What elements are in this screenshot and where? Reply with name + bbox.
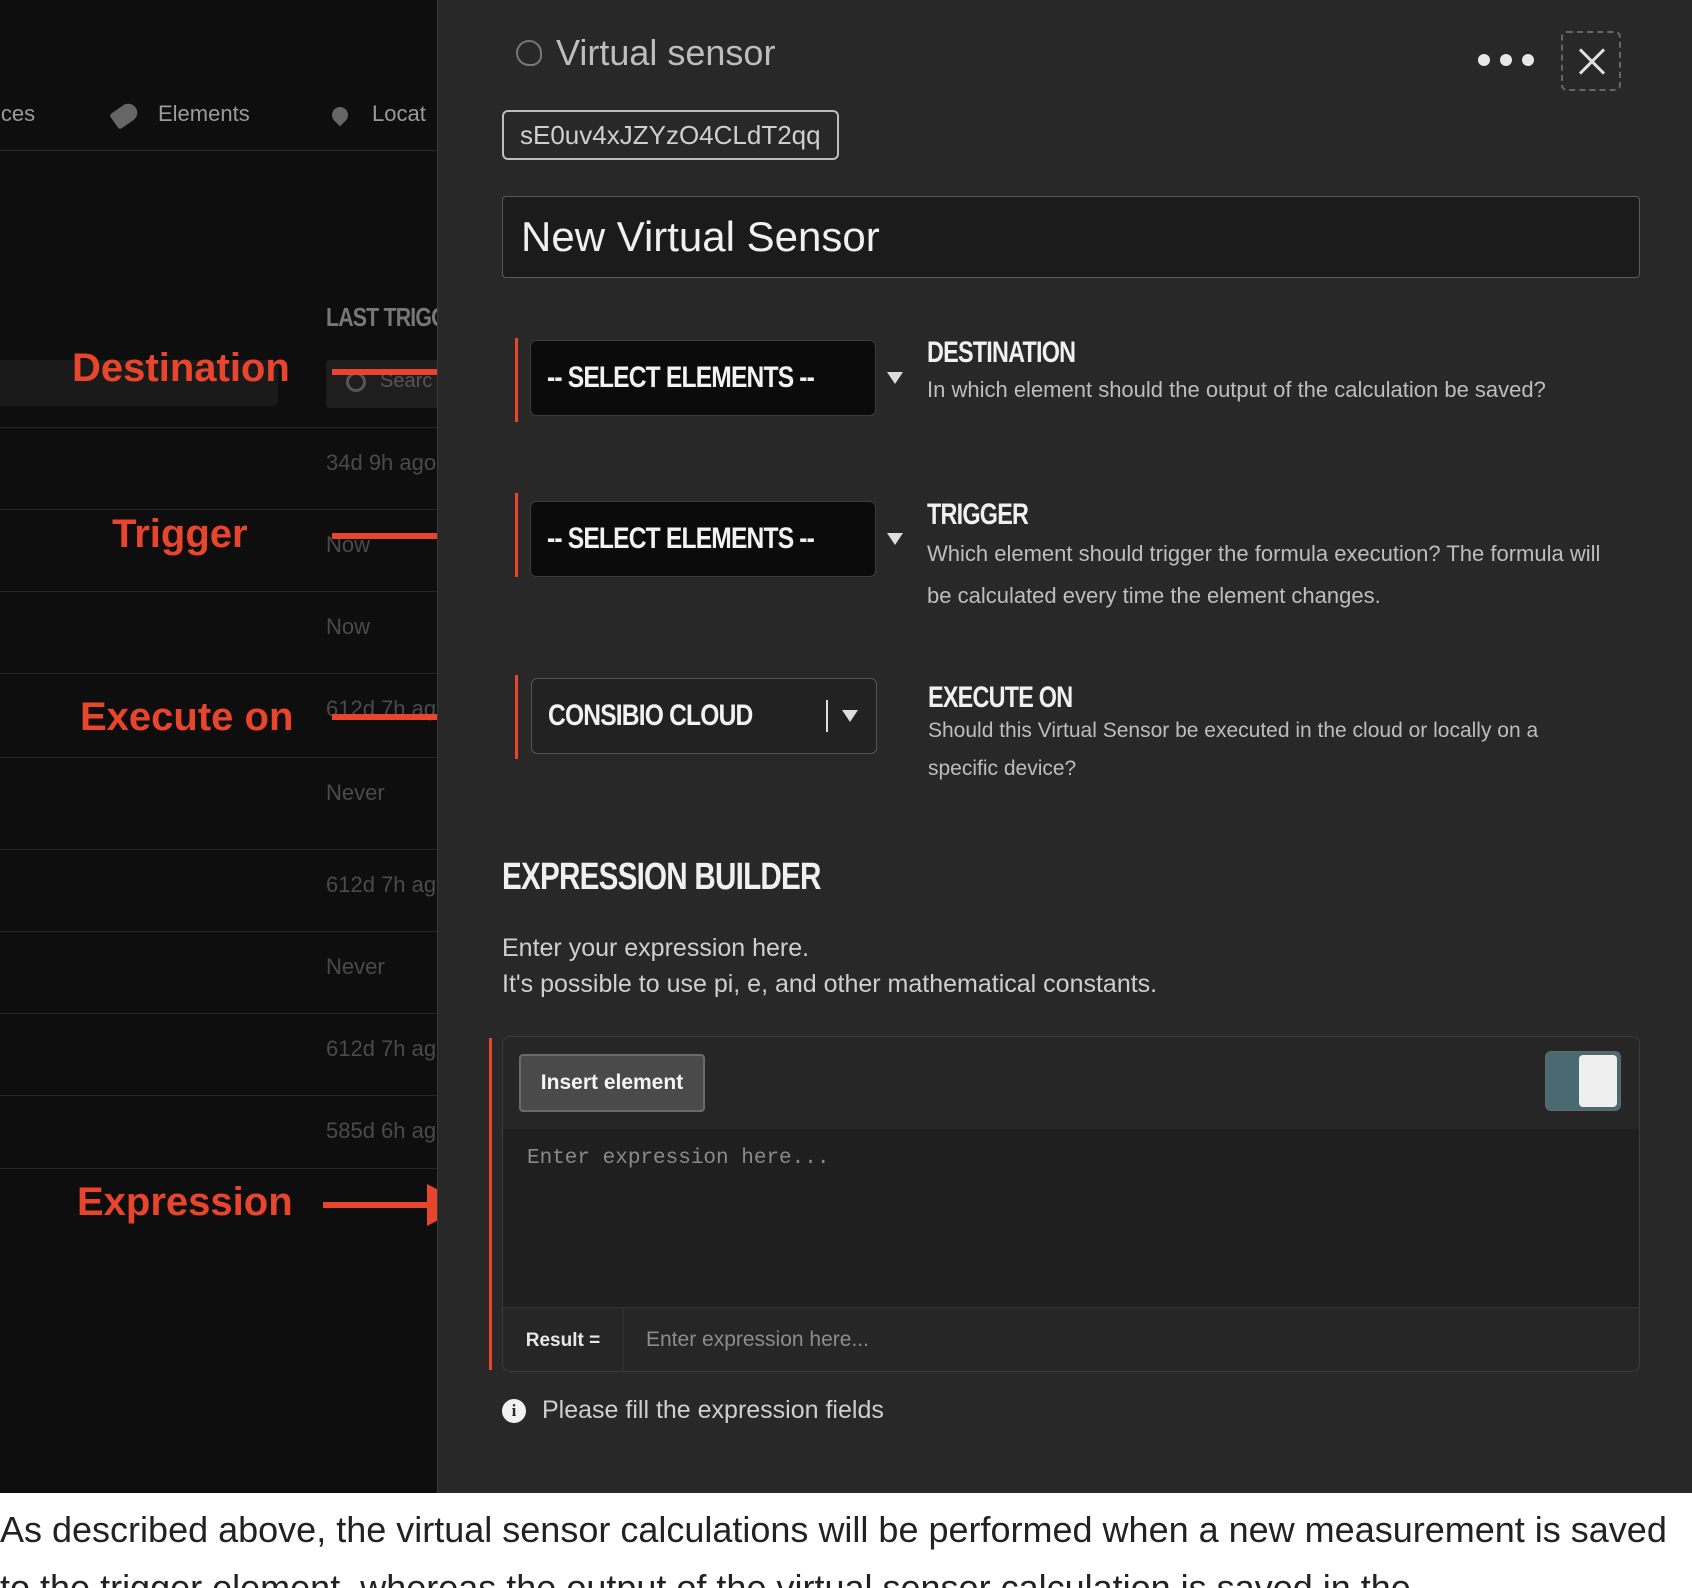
table-row[interactable]: 612d 7h ag [0, 849, 437, 922]
more-dot-icon [1522, 54, 1534, 66]
more-dot-icon [1478, 54, 1490, 66]
background-page: ices Elements Locat LAST TRIGGE Searc 34… [0, 0, 437, 1493]
virtual-sensor-modal: Virtual sensor sE0uv4xJZYzO4CLdT2qq -- S… [437, 0, 1692, 1493]
caption-text: As described above, the virtual sensor c… [0, 1509, 1667, 1588]
row-last-trigger: 34d 9h ago [326, 450, 437, 475]
destination-select[interactable]: -- SELECT ELEMENTS -- [530, 340, 903, 416]
execute-on-select[interactable]: CONSIBIO CLOUD [531, 678, 877, 754]
row-last-trigger: Now [326, 614, 371, 639]
trigger-description: Which element should trigger the formula… [927, 541, 1601, 608]
search-icon [346, 372, 366, 392]
annotation-trigger: Trigger [112, 512, 248, 556]
expression-input[interactable] [503, 1129, 1639, 1307]
nav-item-locations-label: Locat [372, 101, 426, 126]
expression-accent-bar [489, 1038, 492, 1370]
result-row: Result = [503, 1307, 1639, 1371]
more-options-button[interactable] [1478, 40, 1534, 80]
table-row[interactable]: Never [0, 931, 437, 1014]
annotation-expression: Expression [77, 1180, 293, 1224]
trigger-select[interactable]: -- SELECT ELEMENTS -- [530, 501, 903, 577]
sensor-name-input[interactable] [502, 196, 1640, 278]
sensor-id-badge[interactable]: sE0uv4xJZYzO4CLdT2qq [502, 110, 839, 160]
destination-accent-bar [515, 338, 518, 422]
chevron-down-icon [886, 533, 903, 545]
table-row[interactable]: 612d 7h ag [0, 1013, 437, 1086]
nav-item-elements[interactable]: Elements [109, 96, 250, 132]
result-input[interactable] [624, 1308, 1639, 1371]
column-header-last-triggered: LAST TRIGGE [326, 302, 437, 332]
execute-on-accent-bar [515, 675, 518, 759]
close-button[interactable] [1561, 31, 1621, 91]
annotation-arrow-destination [332, 369, 437, 375]
destination-title: DESTINATION [927, 336, 1076, 369]
row-last-trigger: 585d 6h ag [326, 1118, 437, 1143]
row-last-trigger: Never [326, 954, 385, 979]
annotation-execute-on: Execute on [80, 695, 294, 739]
annotation-arrow-expression [323, 1184, 437, 1226]
toggle-knob [1579, 1055, 1617, 1107]
destination-select-label: -- SELECT ELEMENTS -- [547, 361, 815, 394]
validation-message: i Please fill the expression fields [502, 1396, 884, 1425]
annotation-destination: Destination [72, 346, 290, 390]
row-last-trigger: Never [326, 780, 385, 805]
more-dot-icon [1500, 54, 1512, 66]
expression-builder-title: EXPRESSION BUILDER [502, 856, 821, 898]
mode-toggle[interactable] [1545, 1051, 1621, 1111]
chevron-down-icon [886, 372, 903, 384]
chevron-down-icon [842, 710, 858, 722]
location-pin-icon [328, 103, 352, 127]
table-row[interactable]: 585d 6h ag [0, 1095, 437, 1169]
row-last-trigger: 612d 7h ag [326, 1036, 437, 1061]
table-row[interactable]: Never [0, 757, 437, 830]
execute-on-title: EXECUTE ON [928, 681, 1073, 714]
expression-builder-description: Enter your expression here. It's possibl… [502, 930, 1157, 1002]
insert-element-button[interactable]: Insert element [519, 1054, 705, 1112]
annotation-arrow-trigger [332, 533, 437, 539]
trigger-select-label: -- SELECT ELEMENTS -- [547, 522, 815, 555]
table-row[interactable]: 34d 9h ago [0, 427, 437, 500]
trigger-title: TRIGGER [927, 498, 1029, 531]
expression-toolbar: Insert element [503, 1037, 1639, 1130]
trigger-accent-bar [515, 493, 518, 577]
select-separator [826, 700, 828, 732]
sensor-icon [516, 40, 542, 66]
nav-item-elements-label: Elements [158, 101, 250, 126]
execute-on-select-label: CONSIBIO CLOUD [548, 699, 753, 732]
expression-builder-desc-line2: It's possible to use pi, e, and other ma… [502, 970, 1158, 998]
annotation-arrow-execute-on [332, 714, 437, 720]
execute-on-description: Should this Virtual Sensor be executed i… [928, 719, 1539, 780]
validation-message-text: Please fill the expression fields [542, 1396, 884, 1424]
table-row[interactable]: Now [0, 591, 437, 664]
caption-area: As described above, the virtual sensor c… [0, 1493, 1692, 1588]
row-last-trigger: 612d 7h ag [326, 872, 437, 897]
modal-header: Virtual sensor [516, 32, 775, 74]
nav-item-devices-label: ices [0, 101, 36, 126]
tag-icon [109, 100, 141, 131]
nav-item-devices[interactable]: ices [0, 96, 35, 132]
background-search-field[interactable]: Searc [326, 360, 437, 408]
expression-builder-desc-line1: Enter your expression here. [502, 934, 810, 962]
modal-title: Virtual sensor [556, 32, 776, 73]
nav-divider [0, 150, 437, 151]
nav-item-locations[interactable]: Locat [328, 96, 426, 132]
expression-editor: Insert element Result = [502, 1036, 1640, 1372]
result-label: Result = [503, 1308, 624, 1371]
destination-description: In which element should the output of th… [927, 377, 1546, 402]
info-icon: i [502, 1398, 526, 1423]
